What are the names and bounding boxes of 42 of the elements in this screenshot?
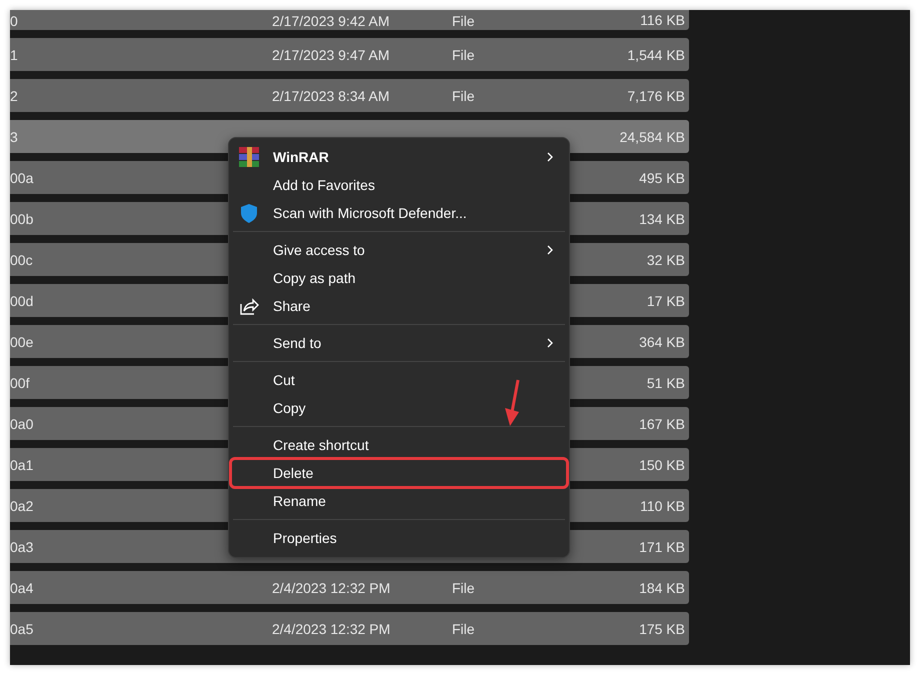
file-size: 134 KB xyxy=(639,210,685,226)
file-name: 0a4 xyxy=(10,580,34,596)
file-type: File xyxy=(452,13,475,29)
file-size: 110 KB xyxy=(640,498,685,514)
file-size: 184 KB xyxy=(639,580,685,596)
file-type: File xyxy=(452,620,475,636)
file-size: 175 KB xyxy=(639,620,685,636)
file-size: 167 KB xyxy=(639,416,685,432)
file-size: 171 KB xyxy=(639,538,685,554)
file-name: 00c xyxy=(10,252,33,268)
file-name: 00a xyxy=(10,170,34,186)
file-name: 2 xyxy=(10,88,18,104)
file-name: 0a1 xyxy=(10,456,34,472)
file-name: 0a2 xyxy=(10,498,34,514)
file-size: 495 KB xyxy=(639,170,685,186)
file-name: 0a0 xyxy=(10,416,34,432)
file-size: 32 KB xyxy=(646,252,685,268)
file-name: 3 xyxy=(10,128,18,144)
file-name: 00b xyxy=(10,210,34,226)
file-name: 0a3 xyxy=(10,538,34,554)
file-size: 150 KB xyxy=(639,456,685,472)
file-date: 2/17/2023 9:42 AM xyxy=(272,13,390,29)
file-size: 116 KB xyxy=(640,12,685,29)
file-date: 2/17/2023 9:47 AM xyxy=(272,46,390,62)
file-size: 51 KB xyxy=(646,374,685,390)
file-date: 2/4/2023 12:32 PM xyxy=(272,620,390,636)
file-size: 364 KB xyxy=(639,334,685,350)
file-name: 00d xyxy=(10,292,34,308)
file-name: 1 xyxy=(10,46,18,62)
file-size: 24,584 KB xyxy=(620,128,685,144)
file-name: 00e xyxy=(10,334,34,350)
file-type: File xyxy=(452,46,475,62)
file-type: File xyxy=(452,580,475,596)
file-date: 2/17/2023 8:34 AM xyxy=(272,88,390,104)
file-type: File xyxy=(452,88,475,104)
file-date: 2/4/2023 12:32 PM xyxy=(272,580,390,596)
file-size: 17 KB xyxy=(646,292,685,308)
file-name: 0a5 xyxy=(10,620,34,636)
file-name: 00f xyxy=(10,374,30,390)
file-name: 0 xyxy=(10,13,18,29)
file-size: 7,176 KB xyxy=(627,88,685,104)
file-size: 1,544 KB xyxy=(627,46,685,62)
